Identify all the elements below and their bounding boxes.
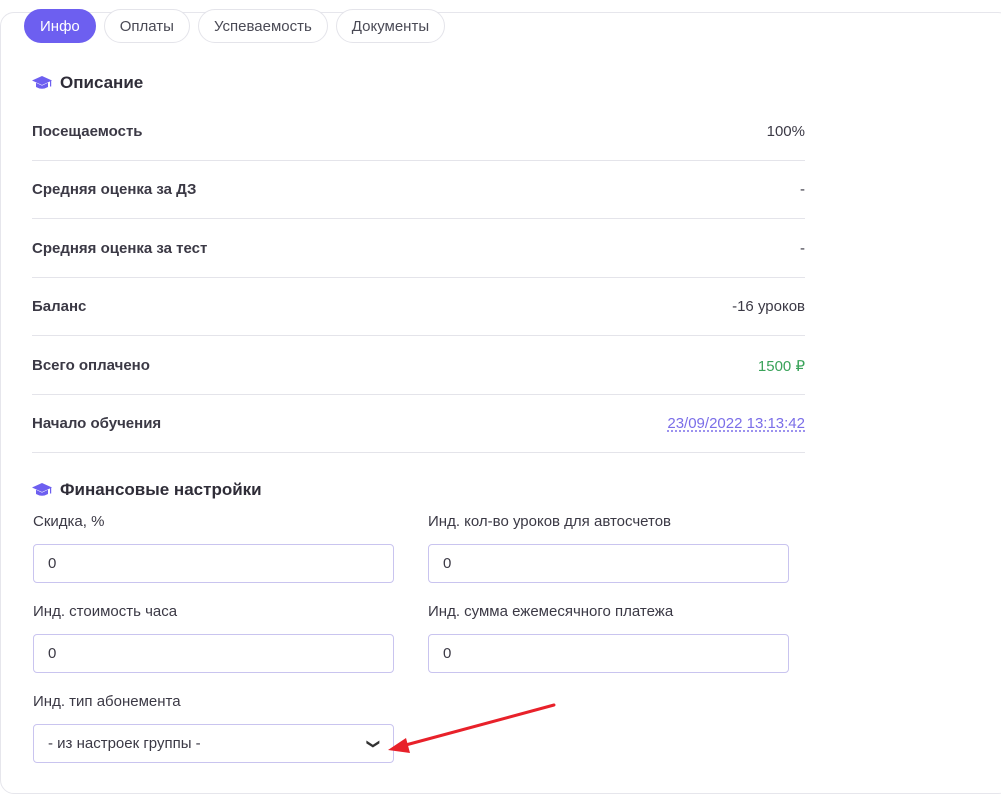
- test-grade-label: Средняя оценка за тест: [32, 240, 208, 257]
- discount-input[interactable]: 0: [33, 544, 394, 583]
- total-paid-label: Всего оплачено: [32, 357, 150, 374]
- attendance-label: Посещаемость: [32, 123, 143, 140]
- red-arrow-annotation: [388, 703, 556, 753]
- finance-title: Финансовые настройки: [60, 480, 262, 499]
- tab-progress[interactable]: Успеваемость: [197, 9, 328, 43]
- description-heading: Описание: [32, 73, 143, 93]
- test-grade-row: Средняя оценка за тест -: [32, 220, 805, 278]
- subscription-type-value: - из настроек группы -: [48, 735, 201, 752]
- discount-label: Скидка, %: [33, 513, 105, 530]
- start-date-row: Начало обучения 23/09/2022 13:13:42: [32, 395, 805, 453]
- monthly-sum-input[interactable]: 0: [428, 634, 789, 673]
- finance-heading: Финансовые настройки: [32, 480, 262, 500]
- tab-bar: Инфо Оплаты Успеваемость Документы: [24, 9, 446, 43]
- monthly-sum-label: Инд. сумма ежемесячного платежа: [428, 603, 674, 620]
- hw-grade-value: -: [800, 181, 805, 198]
- subscription-type-select[interactable]: - из настроек группы - ❯: [33, 724, 394, 763]
- autobill-lessons-label: Инд. кол-во уроков для автосчетов: [428, 513, 672, 530]
- hour-price-input[interactable]: 0: [33, 634, 394, 673]
- hw-grade-label: Средняя оценка за ДЗ: [32, 181, 197, 198]
- autobill-lessons-input[interactable]: 0: [428, 544, 789, 583]
- graduation-cap-icon: [32, 483, 52, 496]
- balance-label: Баланс: [32, 298, 87, 315]
- test-grade-value: -: [800, 240, 805, 257]
- balance-row: Баланс -16 уроков: [32, 278, 805, 336]
- description-title: Описание: [60, 73, 144, 92]
- balance-value: -16 уроков: [732, 298, 805, 315]
- tab-payments[interactable]: Оплаты: [103, 9, 190, 43]
- start-date-label: Начало обучения: [32, 415, 162, 432]
- tab-documents[interactable]: Документы: [335, 9, 446, 43]
- graduation-cap-icon: [32, 76, 52, 89]
- attendance-value: 100%: [766, 123, 805, 140]
- hw-grade-row: Средняя оценка за ДЗ -: [32, 161, 805, 219]
- subscription-type-label: Инд. тип абонемента: [33, 693, 181, 710]
- total-paid-value: 1500 ₽: [757, 357, 805, 375]
- total-paid-row: Всего оплачено 1500 ₽: [32, 337, 805, 395]
- tab-info[interactable]: Инфо: [24, 9, 96, 43]
- start-date-value[interactable]: 23/09/2022 13:13:42: [667, 415, 805, 432]
- hour-price-label: Инд. стоимость часа: [33, 603, 178, 620]
- attendance-row: Посещаемость 100%: [32, 103, 805, 161]
